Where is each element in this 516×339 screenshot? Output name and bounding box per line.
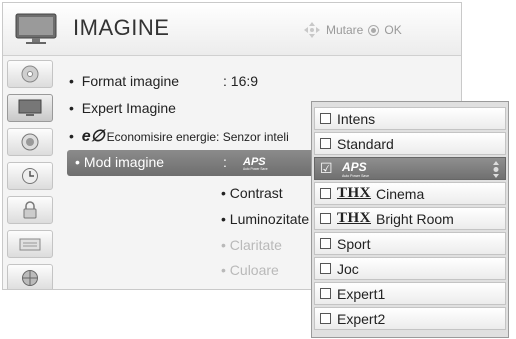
option-label: Joc bbox=[337, 260, 359, 277]
aps-logo-sub: Auto Power Save bbox=[243, 167, 268, 171]
navigation-hint: Mutare OK bbox=[303, 21, 402, 39]
option-label: Expert1 bbox=[337, 285, 386, 302]
sidebar-item-setup[interactable] bbox=[7, 60, 53, 88]
picture-mode-dropdown: Intens Standard ☑ APS Auto Power Save TH… bbox=[311, 101, 509, 338]
eco-logo-icon: e∅ bbox=[81, 128, 105, 145]
checkbox-icon bbox=[320, 263, 331, 274]
sidebar-item-options[interactable] bbox=[7, 230, 53, 258]
mute-hint-label: Mutare bbox=[326, 23, 364, 37]
ok-hint-label: OK bbox=[384, 23, 402, 37]
menu-header: IMAGINE Mutare OK bbox=[3, 3, 461, 56]
option-joc[interactable]: Joc bbox=[314, 257, 506, 280]
disc-icon bbox=[21, 65, 39, 83]
expert-label: Expert Imagine bbox=[81, 100, 176, 116]
option-intens[interactable]: Intens bbox=[314, 107, 506, 130]
submenu-item-sharpness[interactable]: • Claritate bbox=[221, 237, 282, 253]
dpad-icon bbox=[304, 22, 320, 38]
option-label: Standard bbox=[337, 135, 394, 152]
menu-item-format[interactable]: Format imagine : 16:9 bbox=[69, 73, 258, 89]
globe-icon bbox=[22, 270, 38, 286]
eco-label: Economisire energie bbox=[106, 130, 217, 144]
sidebar-item-time[interactable] bbox=[7, 162, 53, 190]
checkbox-icon bbox=[320, 213, 331, 224]
clock-icon bbox=[22, 168, 38, 184]
option-sport[interactable]: Sport bbox=[314, 232, 506, 255]
tv-picture-icon bbox=[18, 99, 42, 116]
aps-logo-icon: APS Auto Power Save bbox=[242, 156, 268, 171]
option-label: Bright Room bbox=[376, 210, 454, 227]
tv-icon bbox=[15, 13, 57, 44]
option-aps[interactable]: ☑ APS Auto Power Save bbox=[314, 157, 506, 180]
option-expert2[interactable]: Expert2 bbox=[314, 307, 506, 330]
submenu-item-color[interactable]: • Culoare bbox=[221, 262, 279, 278]
menu-item-expert[interactable]: Expert Imagine bbox=[69, 100, 176, 116]
checkbox-icon bbox=[320, 288, 331, 299]
format-label: Format imagine bbox=[81, 73, 180, 89]
checkbox-icon bbox=[320, 313, 331, 324]
aps-logo-text: APS bbox=[341, 160, 367, 174]
option-label: Cinema bbox=[376, 185, 425, 202]
checkbox-icon bbox=[320, 138, 331, 149]
sidebar-item-network[interactable] bbox=[7, 264, 53, 289]
submenu-item-brightness[interactable]: • Luminozitate bbox=[221, 211, 309, 227]
scroll-indicator-icon bbox=[493, 161, 499, 178]
sidebar-item-lock[interactable] bbox=[7, 196, 53, 224]
submenu-item-contrast[interactable]: • Contrast bbox=[221, 185, 283, 201]
thx-logo: THX bbox=[337, 185, 372, 201]
mode-colon: : bbox=[223, 154, 227, 170]
keyboard-icon bbox=[19, 238, 41, 251]
checkbox-icon bbox=[320, 188, 331, 199]
lock-icon bbox=[23, 201, 37, 219]
option-thx-cinema[interactable]: THX Cinema bbox=[314, 182, 506, 205]
eco-value: : Senzor inteli bbox=[216, 130, 289, 144]
option-label: Intens bbox=[337, 110, 376, 127]
category-sidebar bbox=[3, 56, 55, 289]
speaker-icon bbox=[21, 133, 39, 151]
option-thx-bright-room[interactable]: THX Bright Room bbox=[314, 207, 506, 230]
sidebar-item-audio[interactable] bbox=[7, 128, 53, 156]
aps-logo-sub: Auto Power Save bbox=[342, 174, 369, 178]
option-standard[interactable]: Standard bbox=[314, 132, 506, 155]
option-label: Expert2 bbox=[337, 310, 386, 327]
mode-label: Mod imagine bbox=[75, 154, 164, 170]
thx-logo: THX bbox=[337, 210, 372, 226]
checkbox-icon bbox=[320, 238, 331, 249]
ok-button-icon bbox=[368, 24, 380, 36]
menu-item-picture-mode[interactable]: Mod imagine : APS Auto Power Save bbox=[67, 150, 317, 176]
page-title: IMAGINE bbox=[73, 15, 170, 40]
sidebar-item-picture[interactable] bbox=[7, 94, 53, 122]
option-expert1[interactable]: Expert1 bbox=[314, 282, 506, 305]
checkbox-icon bbox=[320, 113, 331, 124]
format-value: : 16:9 bbox=[223, 73, 259, 89]
checkmark-icon: ☑ bbox=[320, 160, 333, 176]
menu-item-energy-saving[interactable]: e∅Economisire energie: Senzor inteli bbox=[69, 126, 289, 146]
option-label: Sport bbox=[337, 235, 371, 252]
aps-logo-icon: APS Auto Power Save bbox=[341, 160, 369, 178]
